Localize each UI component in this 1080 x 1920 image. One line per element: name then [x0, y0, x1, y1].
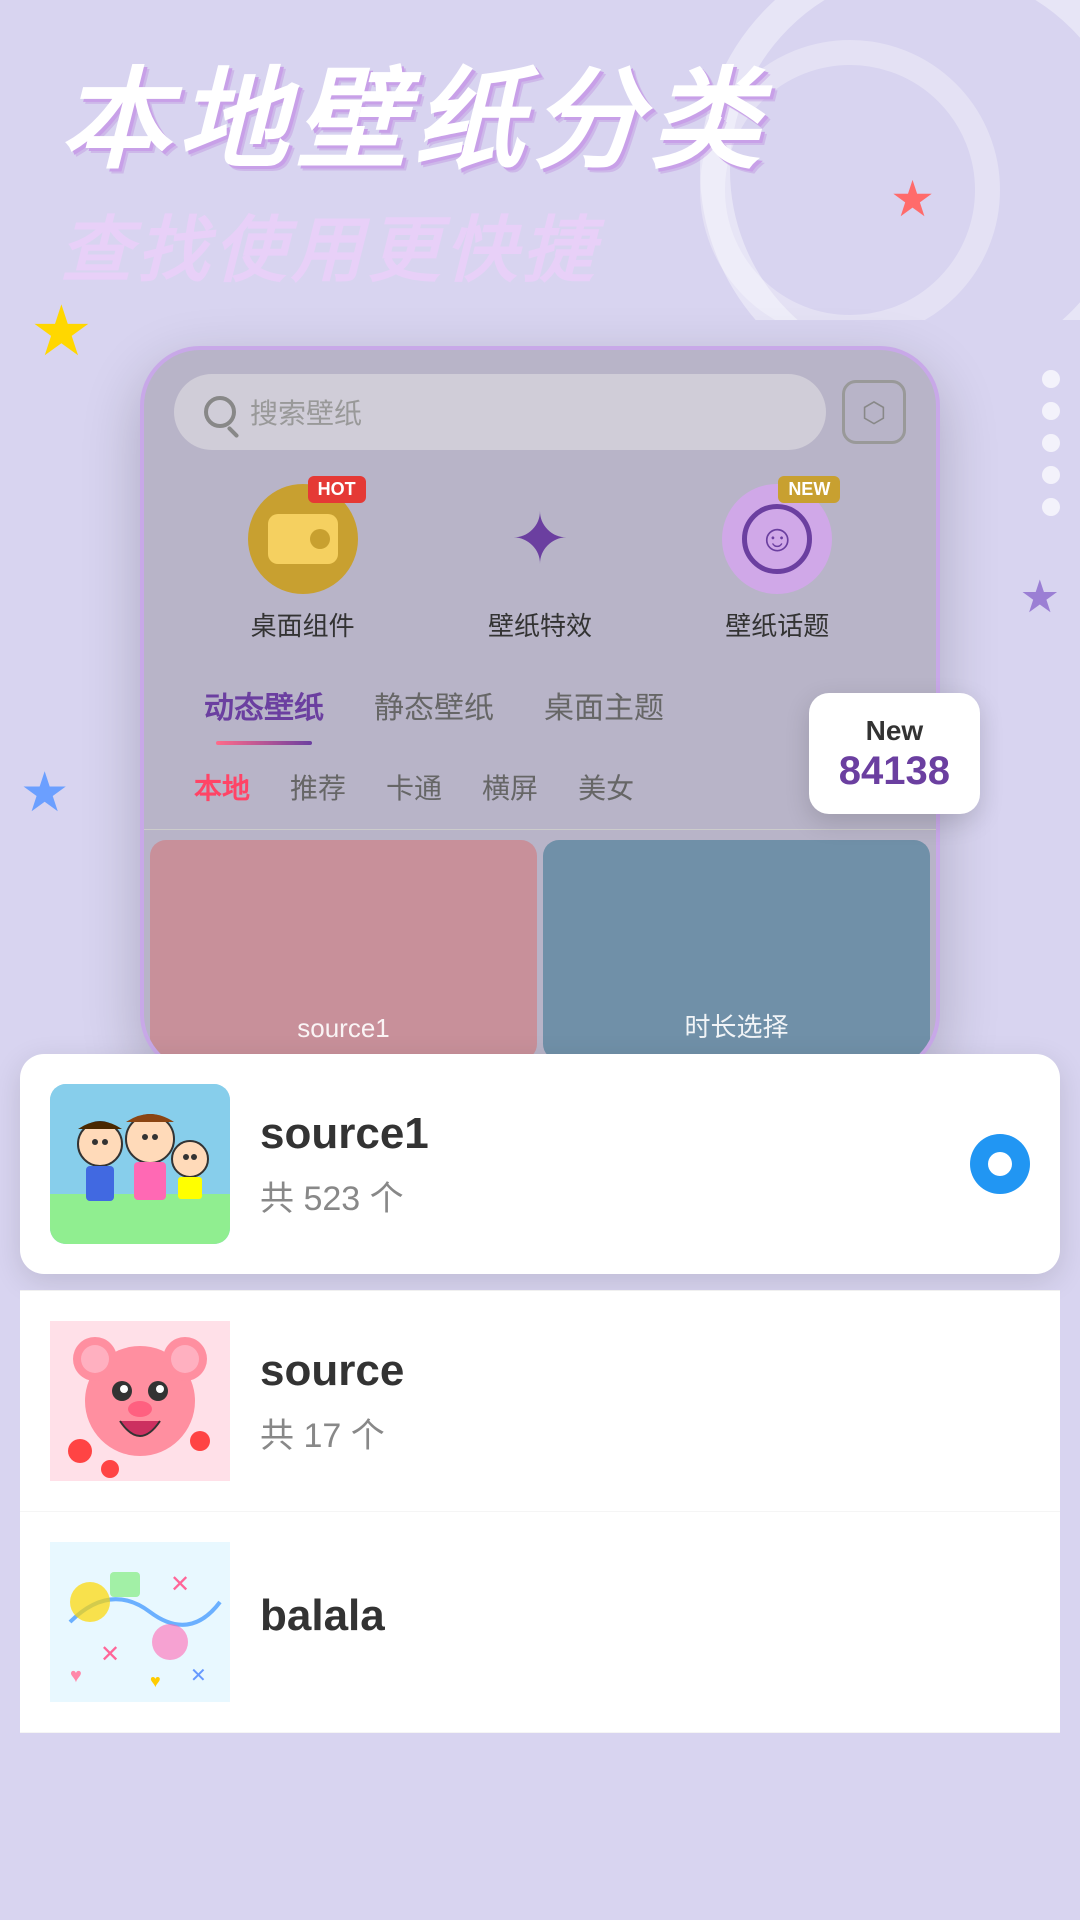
source-count: 共 17 个: [260, 1408, 1030, 1457]
balala-illustration: ✕ ✕ ✕ ♥ ♥: [50, 1542, 230, 1702]
export-icon: ⬡: [862, 396, 886, 429]
tab-dynamic[interactable]: 动态壁纸: [184, 673, 344, 745]
source-info: source 共 17 个: [260, 1346, 1030, 1457]
desktop-widget-icon-circle: HOT: [248, 484, 358, 594]
dots-decoration: [1042, 370, 1060, 516]
list-item-source1[interactable]: source1 共 523 个: [20, 1054, 1060, 1274]
icon-item-wallpaper-effect[interactable]: ✦ 壁纸特效: [485, 484, 595, 643]
new-badge-label: New: [839, 713, 950, 749]
list-item-balala[interactable]: ✕ ✕ ✕ ♥ ♥ balala: [20, 1512, 1060, 1733]
new-badge-number: 84138: [839, 749, 950, 794]
bear-illustration: [50, 1321, 230, 1481]
wallpaper-card-source1[interactable]: source1: [150, 840, 537, 1060]
icon-item-wallpaper-topic[interactable]: ☺ NEW 壁纸话题: [722, 484, 832, 643]
source1-count: 共 523 个: [260, 1171, 940, 1220]
new-badge: NEW: [778, 476, 840, 503]
star-blue-icon: ★: [20, 760, 69, 824]
list-section: source 共 17 个 ✕ ✕ ✕ ♥: [20, 1290, 1060, 1733]
subtab-landscape[interactable]: 横屏: [472, 759, 548, 815]
wallpaper-effect-icon-circle: ✦: [485, 484, 595, 594]
cartoon-illustration: [50, 1084, 230, 1244]
subtab-cartoon[interactable]: 卡通: [376, 759, 452, 815]
radio-inner-dot: [988, 1152, 1012, 1176]
page-title-sub: 查找使用更快捷: [60, 191, 1020, 296]
source1-title: source1: [260, 1109, 940, 1159]
search-icon: [204, 396, 236, 428]
icon-item-desktop-widget[interactable]: HOT 桌面组件: [248, 484, 358, 643]
bottom-panel: source1 共 523 个: [0, 1054, 1080, 1733]
desktop-widget-label: 桌面组件: [251, 606, 355, 643]
smiley-icon: ☺: [742, 504, 812, 574]
svg-text:✕: ✕: [190, 1665, 207, 1687]
svg-text:✕: ✕: [170, 1571, 190, 1598]
phone-mockup-wrapper: 搜索壁纸 ⬡ HOT 桌面组件 ✦ 壁纸特效: [140, 346, 940, 1074]
subtab-beauty[interactable]: 美女: [568, 759, 644, 815]
wallpaper-topic-label: 壁纸话题: [725, 606, 829, 643]
search-bar[interactable]: 搜索壁纸: [174, 374, 826, 450]
balala-title: balala: [260, 1591, 1030, 1641]
source-thumbnail: [50, 1321, 230, 1481]
tab-static[interactable]: 静态壁纸: [354, 673, 514, 745]
hot-badge: HOT: [308, 476, 366, 503]
wallpaper-effect-label: 壁纸特效: [488, 606, 592, 643]
balala-thumbnail: ✕ ✕ ✕ ♥ ♥: [50, 1542, 230, 1702]
tab-desktop-theme[interactable]: 桌面主题: [524, 673, 684, 745]
wallpaper-card-duration[interactable]: 时长选择: [543, 840, 930, 1060]
source1-thumb-bg: [50, 1084, 230, 1244]
source1-thumbnail: [50, 1084, 230, 1244]
source1-radio-selected[interactable]: [970, 1134, 1030, 1194]
wallet-icon: [268, 514, 338, 564]
search-placeholder-text: 搜索壁纸: [250, 392, 362, 432]
wallpaper-card-duration-label: 时长选择: [684, 1007, 788, 1044]
mockup-search-area: 搜索壁纸 ⬡: [144, 350, 936, 474]
export-button[interactable]: ⬡: [842, 380, 906, 444]
page-title-main: 本地壁纸分类: [60, 60, 1020, 181]
subtab-recommend[interactable]: 推荐: [280, 759, 356, 815]
source1-info: source1 共 523 个: [260, 1109, 940, 1220]
source-title: source: [260, 1346, 1030, 1396]
svg-text:♥: ♥: [70, 1665, 82, 1687]
page-header: 本地壁纸分类 查找使用更快捷: [0, 0, 1080, 316]
wallpaper-topic-icon-circle: ☺ NEW: [722, 484, 832, 594]
icon-grid: HOT 桌面组件 ✦ 壁纸特效 ☺ NEW 壁纸话题: [144, 474, 936, 663]
balala-info: balala: [260, 1591, 1030, 1653]
list-item-source[interactable]: source 共 17 个: [20, 1291, 1060, 1512]
subtab-local[interactable]: 本地: [184, 759, 260, 815]
svg-text:✕: ✕: [100, 1641, 120, 1668]
svg-text:♥: ♥: [150, 1671, 161, 1691]
star-effect-icon: ✦: [511, 498, 570, 580]
new-badge-overlay: New 84138: [809, 693, 980, 814]
star-purple-icon: ★: [1020, 570, 1060, 623]
wallpaper-card-source1-label: source1: [297, 1013, 390, 1044]
wallpaper-grid: source1 时长选择: [144, 830, 936, 1070]
